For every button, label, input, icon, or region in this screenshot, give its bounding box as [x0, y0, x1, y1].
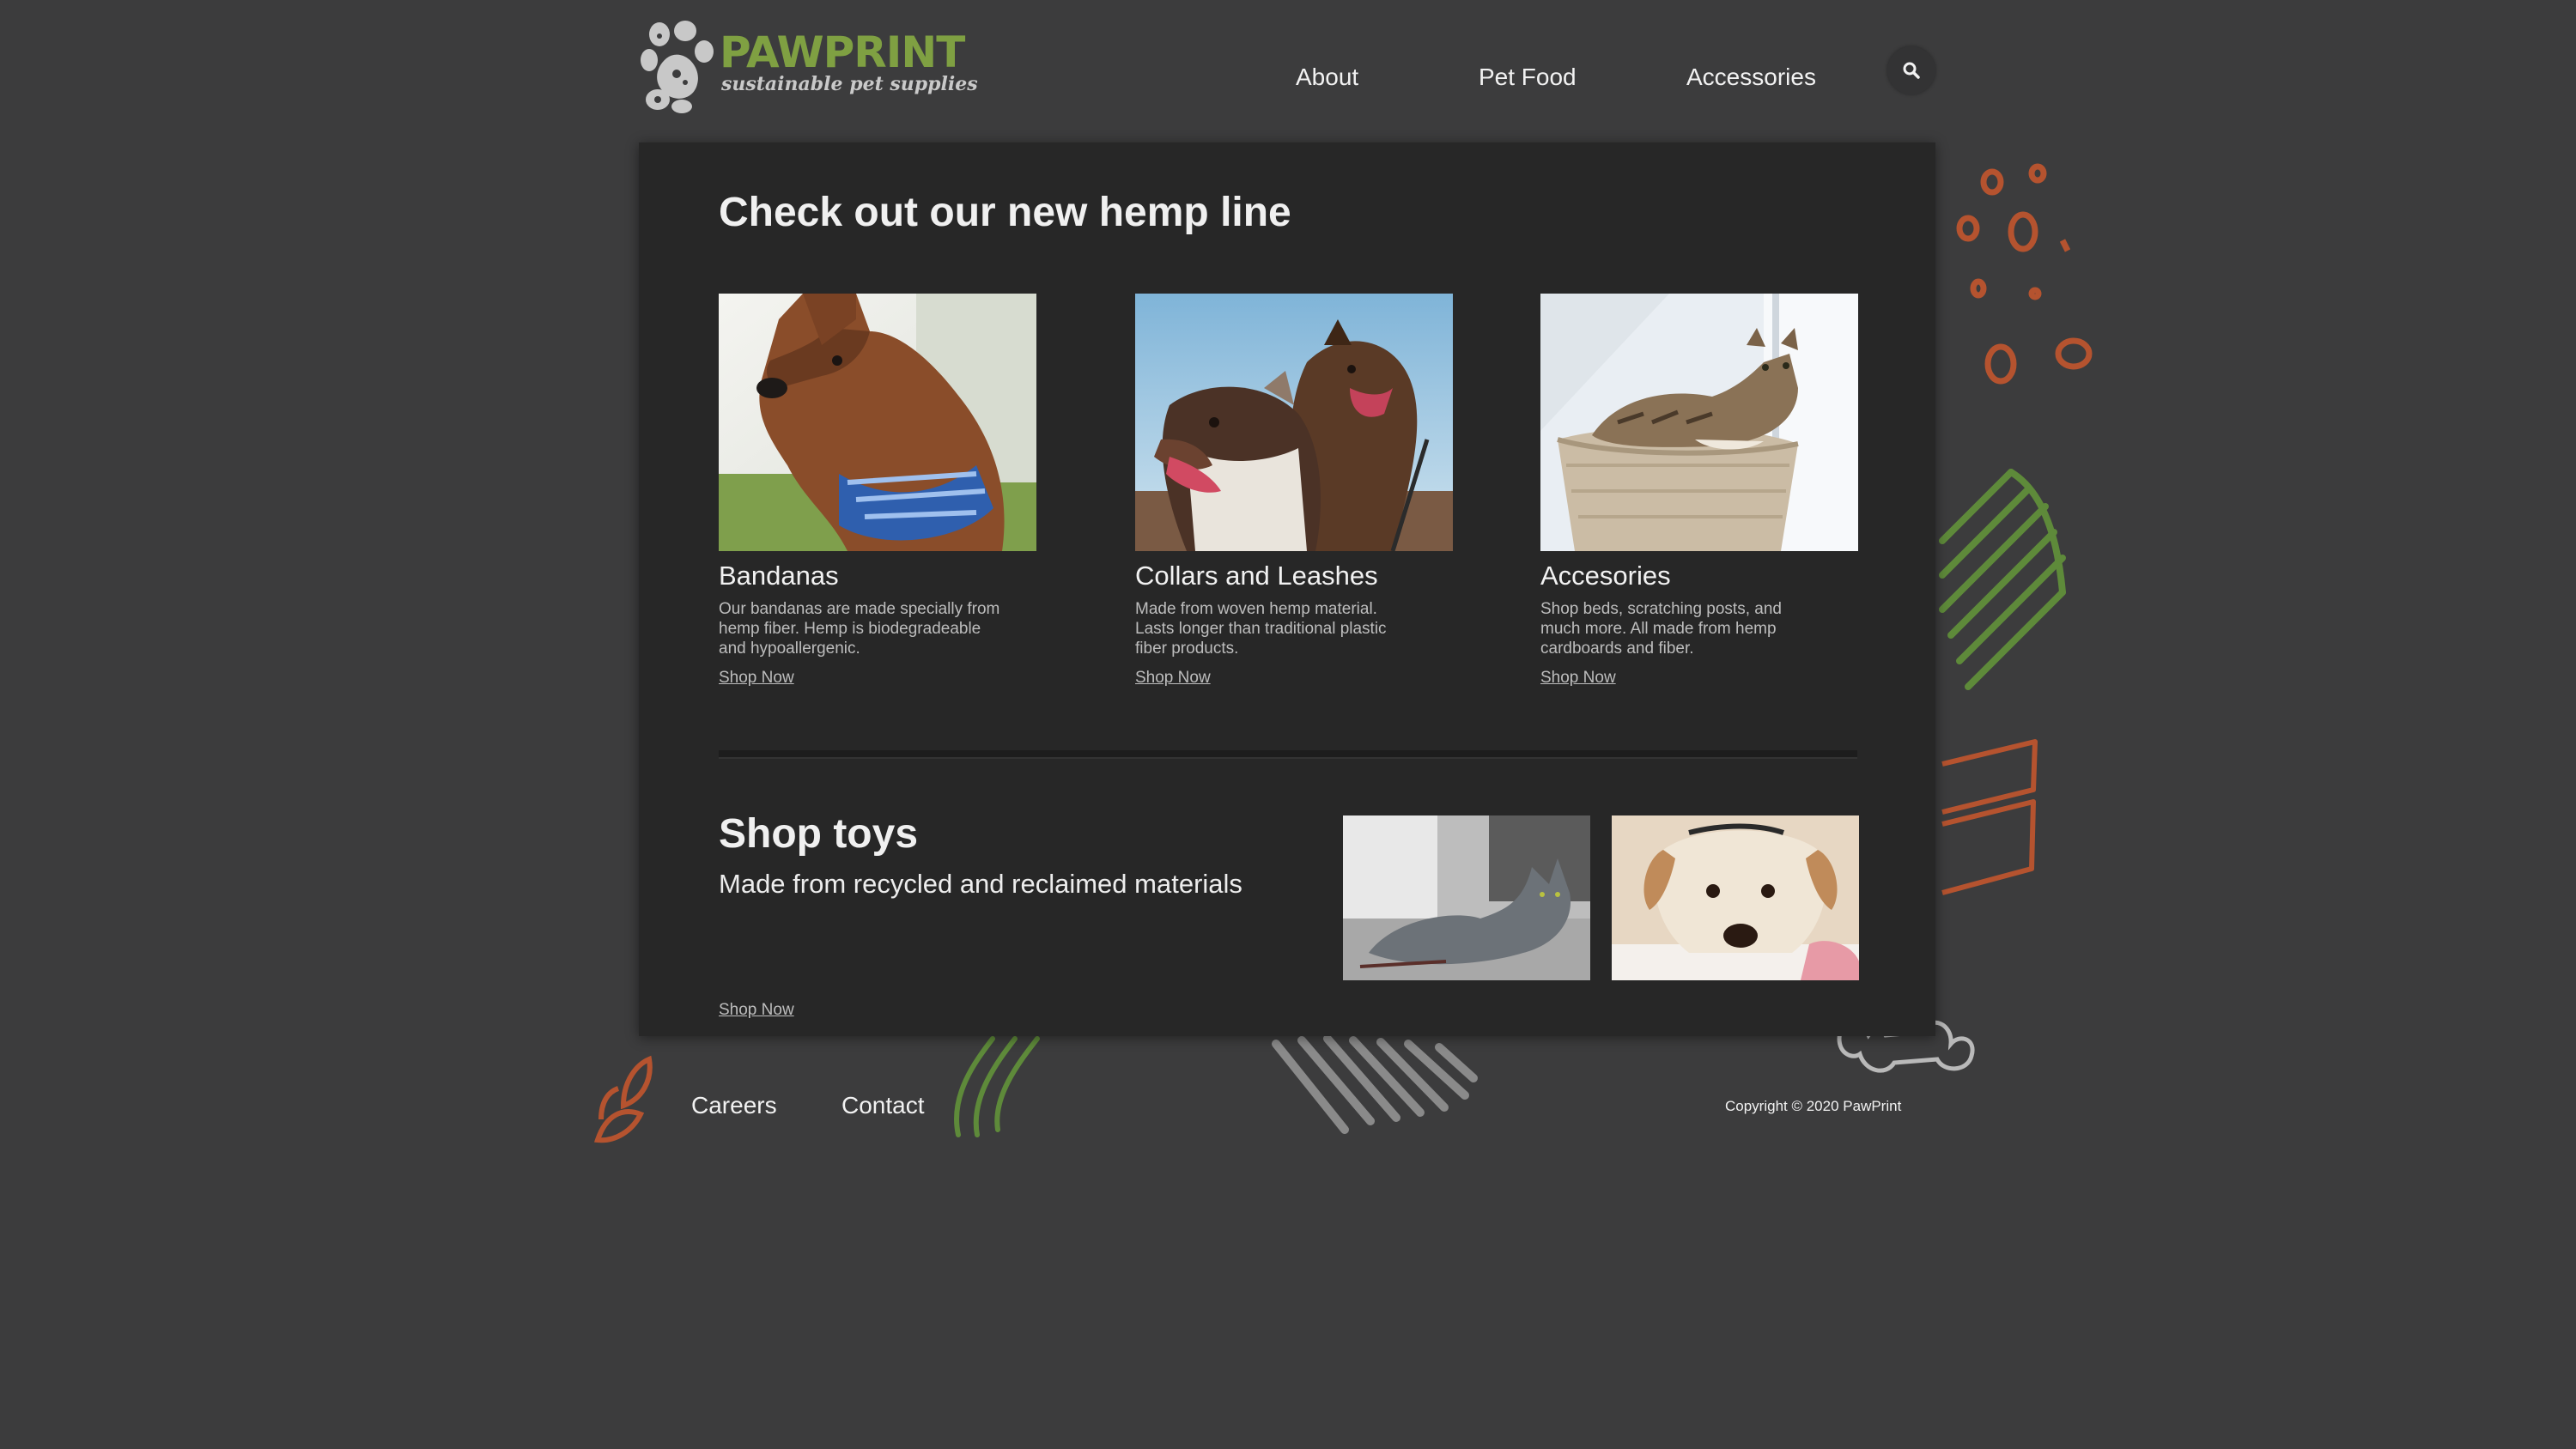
- copyright-text: Copyright © 2020 PawPrint: [1725, 1098, 1902, 1114]
- shop-now-link[interactable]: Shop Now: [1540, 669, 1616, 688]
- product-name: Bandanas: [719, 561, 839, 591]
- toys-subtitle: Made from recycled and reclaimed materia…: [719, 869, 1242, 899]
- hemp-line-title: Check out our new hemp line: [719, 190, 1291, 235]
- decor-gray-stripes: [1272, 1035, 1478, 1134]
- shop-now-link[interactable]: Shop Now: [1135, 669, 1211, 688]
- bandana-dog-image: [719, 294, 1036, 551]
- decor-orange-stripes: [1941, 739, 2038, 895]
- bandana-dog-photo[interactable]: [719, 294, 1036, 551]
- brand-tagline: sustainable pet supplies: [721, 73, 978, 95]
- nav-accessories[interactable]: Accessories: [1686, 65, 1816, 89]
- gray-cat-photo[interactable]: [1343, 815, 1590, 980]
- decor-dots-doodle: [1956, 163, 2093, 385]
- product-description: Made from woven hemp material. Lasts lon…: [1135, 600, 1387, 658]
- logo[interactable]: PAWPRINT sustainable pet supplies: [641, 21, 978, 113]
- sleepy-dog-photo[interactable]: [1612, 815, 1859, 980]
- collar-dogs-photo[interactable]: [1135, 294, 1453, 551]
- decor-green-lines-bottom: [954, 1036, 1040, 1137]
- toys-shop-now-link[interactable]: Shop Now: [719, 1001, 794, 1020]
- product-name: Collars and Leashes: [1135, 561, 1378, 591]
- shop-now-link[interactable]: Shop Now: [719, 669, 794, 688]
- paw-logo-icon: [641, 21, 714, 113]
- cat-basket-image: [1540, 294, 1858, 551]
- search-icon: [1903, 62, 1920, 79]
- sleepy-dog-image: [1612, 815, 1859, 980]
- page: PAWPRINT sustainable pet supplies About …: [0, 0, 2576, 1449]
- product-card-bandanas: Bandanas Our bandanas are made specially…: [719, 294, 1036, 688]
- toys-title: Shop toys: [719, 811, 919, 857]
- collar-dogs-image: [1135, 294, 1453, 551]
- product-card-accesories: Accesories Shop beds, scratching posts, …: [1540, 294, 1858, 688]
- section-divider: [719, 750, 1857, 759]
- product-card-collars: Collars and Leashes Made from woven hemp…: [1135, 294, 1453, 688]
- product-description: Shop beds, scratching posts, and much mo…: [1540, 600, 1782, 658]
- product-name: Accesories: [1540, 561, 1671, 591]
- decor-green-scribble: [1939, 469, 2066, 690]
- footer-careers-link[interactable]: Careers: [691, 1094, 777, 1118]
- cat-basket-photo[interactable]: [1540, 294, 1858, 551]
- product-description: Our bandanas are made specially from hem…: [719, 600, 1000, 658]
- gray-cat-image: [1343, 815, 1590, 980]
- nav-about[interactable]: About: [1296, 65, 1358, 89]
- decor-orange-leaf: [593, 1055, 653, 1143]
- nav-pet-food[interactable]: Pet Food: [1479, 65, 1577, 89]
- search-button[interactable]: [1887, 46, 1935, 94]
- brand-name: PAWPRINT: [720, 27, 965, 77]
- footer-contact-link[interactable]: Contact: [841, 1094, 925, 1118]
- hemp-line-card: Check out our new hemp line Bandanas Our…: [639, 142, 1935, 1036]
